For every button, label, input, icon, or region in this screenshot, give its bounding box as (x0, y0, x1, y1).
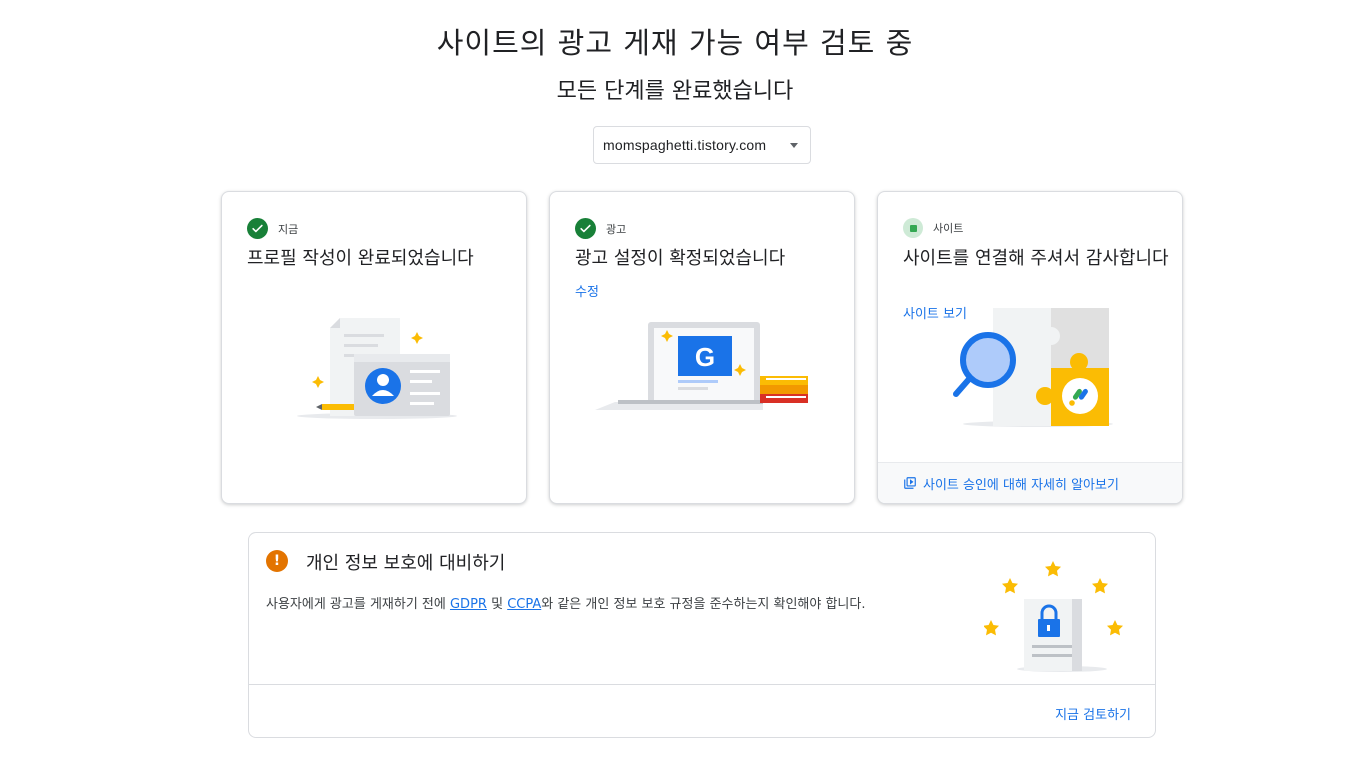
gdpr-link[interactable]: GDPR (450, 597, 487, 612)
edit-link[interactable]: 수정 (575, 281, 599, 300)
step-label: 사이트 (933, 222, 964, 235)
step-label: 지금 (278, 222, 299, 236)
site-select-value: momspaghetti.tistory.com (603, 137, 767, 153)
site-select-dropdown[interactable]: momspaghetti.tistory.com (593, 126, 811, 164)
step-header: 사이트 (903, 218, 963, 238)
card-ads: 광고 광고 설정이 확정되었습니다 수정 G (549, 191, 855, 504)
step-label: 광고 (606, 222, 627, 236)
card-title: 프로필 작성이 완료되었습니다 (247, 248, 474, 269)
review-now-button[interactable]: 지금 검토하기 (1055, 704, 1131, 723)
privacy-text: 및 (486, 597, 508, 612)
privacy-card: ! 개인 정보 보호에 대비하기 사용자에게 광고를 게재하기 전에 GDPR … (248, 532, 1156, 738)
privacy-description: 사용자에게 광고를 게재하기 전에 GDPR 및 CCPA와 같은 개인 정보 … (266, 593, 865, 612)
privacy-lock-illustration (984, 561, 1123, 672)
card-site: 사이트 사이트를 연결해 주셔서 감사합니다 사이트 보기 사이트 승인에 대해… (877, 191, 1183, 504)
privacy-text: 와 같은 개인 정보 보호 규정을 준수하는지 확인해야 합니다. (541, 597, 866, 612)
warning-icon: ! (266, 550, 288, 572)
caret-down-icon (790, 143, 798, 148)
learn-more-label: 사이트 승인에 대해 자세히 알아보기 (923, 477, 1119, 493)
ads-laptop-illustration: G (595, 322, 808, 410)
learn-more-footer-link[interactable]: 사이트 승인에 대해 자세히 알아보기 (878, 462, 1182, 503)
check-circle-icon (247, 218, 268, 239)
divider (249, 684, 1155, 685)
ccpa-link[interactable]: CCPA (507, 597, 541, 612)
profile-illustration (297, 318, 457, 419)
step-header: 광고 (575, 218, 626, 239)
video-library-icon (904, 477, 916, 489)
pending-status-icon (903, 218, 923, 238)
step-header: 지금 (247, 218, 298, 239)
check-circle-icon (575, 218, 596, 239)
card-title: 사이트를 연결해 주셔서 감사합니다 (903, 248, 1169, 269)
site-puzzle-illustration (953, 308, 1113, 427)
card-title: 광고 설정이 확정되었습니다 (575, 248, 786, 269)
page-title: 사이트의 광고 게재 가능 여부 검토 중 (436, 26, 914, 60)
privacy-text: 사용자에게 광고를 게재하기 전에 (266, 597, 450, 612)
privacy-title: 개인 정보 보호에 대비하기 (306, 553, 506, 574)
page-subtitle: 모든 단계를 완료했습니다 (556, 79, 794, 104)
card-profile: 지금 프로필 작성이 완료되었습니다 (221, 191, 527, 504)
svg-text:G: G (695, 342, 715, 372)
